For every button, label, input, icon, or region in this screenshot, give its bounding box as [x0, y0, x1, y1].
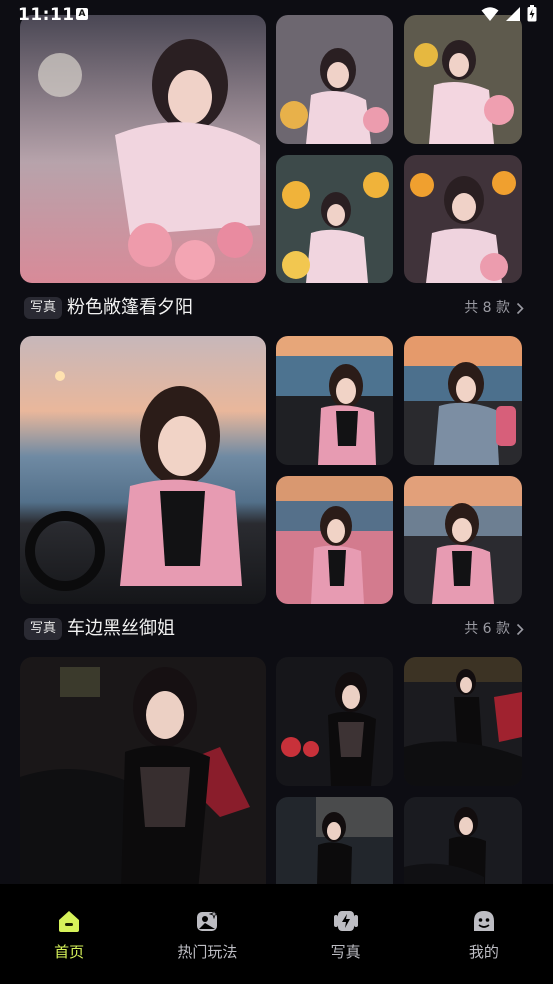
notification-icon: A: [76, 8, 88, 20]
set-title: 车边黑丝御姐: [67, 618, 175, 639]
feed[interactable]: 写真 粉色敞篷看夕阳 共 8 款 写真 车边黑丝御姐 共 6 款: [0, 0, 553, 884]
set-photo[interactable]: [404, 657, 522, 786]
set-title: 粉色敞篷看夕阳: [67, 297, 193, 318]
profile-icon: [473, 911, 494, 931]
set-photo[interactable]: [276, 476, 393, 604]
set-photo[interactable]: [276, 797, 393, 884]
category-tag: 写真: [24, 297, 63, 319]
set-photo[interactable]: [404, 797, 522, 884]
home-icon: [59, 911, 80, 932]
nav-mine[interactable]: 我的: [415, 884, 553, 984]
set-photo[interactable]: [404, 15, 522, 144]
set-count-link[interactable]: 共 6 款: [464, 618, 524, 640]
set-photo[interactable]: [404, 155, 522, 283]
set-cover-photo[interactable]: [20, 15, 266, 283]
chevron-right-icon: [516, 623, 524, 635]
portrait-album-icon: [333, 911, 358, 931]
nav-home[interactable]: 首页: [0, 884, 138, 984]
set-photo[interactable]: [276, 336, 393, 465]
nav-hot-play[interactable]: 热门玩法: [138, 884, 276, 984]
status-bar: 11:11 A: [0, 0, 553, 30]
set-title-row[interactable]: 写真 粉色敞篷看夕阳 共 8 款: [24, 295, 524, 321]
set-photo[interactable]: [276, 15, 393, 144]
nav-hot-play-label: 热门玩法: [177, 943, 238, 961]
photo-set-grid[interactable]: [20, 657, 522, 884]
set-count-link[interactable]: 共 8 款: [464, 297, 524, 319]
set-photo[interactable]: [276, 657, 393, 786]
signal-icon: [506, 6, 520, 21]
chevron-right-icon: [516, 302, 524, 314]
wifi-icon: [481, 6, 499, 21]
set-photo[interactable]: [276, 155, 393, 283]
set-count: 共 8 款: [464, 300, 510, 316]
set-title-row[interactable]: 写真 车边黑丝御姐 共 6 款: [24, 616, 524, 642]
category-tag: 写真: [24, 618, 63, 640]
magic-photo-icon: [197, 908, 220, 931]
nav-mine-label: 我的: [468, 943, 499, 961]
bottom-nav: 首页 热门玩法 写真 我的: [0, 884, 553, 984]
nav-portrait[interactable]: 写真: [277, 884, 415, 984]
nav-home-label: 首页: [54, 943, 85, 961]
system-icons: [481, 5, 537, 22]
battery-icon: [527, 5, 537, 22]
set-photo[interactable]: [404, 476, 522, 604]
status-time: 11:11: [18, 5, 75, 25]
set-cover-photo[interactable]: [20, 336, 266, 604]
set-photo[interactable]: [404, 336, 522, 465]
photo-set-grid[interactable]: [20, 336, 522, 606]
set-cover-photo[interactable]: [20, 657, 266, 884]
photo-set-grid[interactable]: [20, 15, 522, 285]
nav-portrait-label: 写真: [330, 943, 361, 961]
set-count: 共 6 款: [464, 621, 510, 637]
